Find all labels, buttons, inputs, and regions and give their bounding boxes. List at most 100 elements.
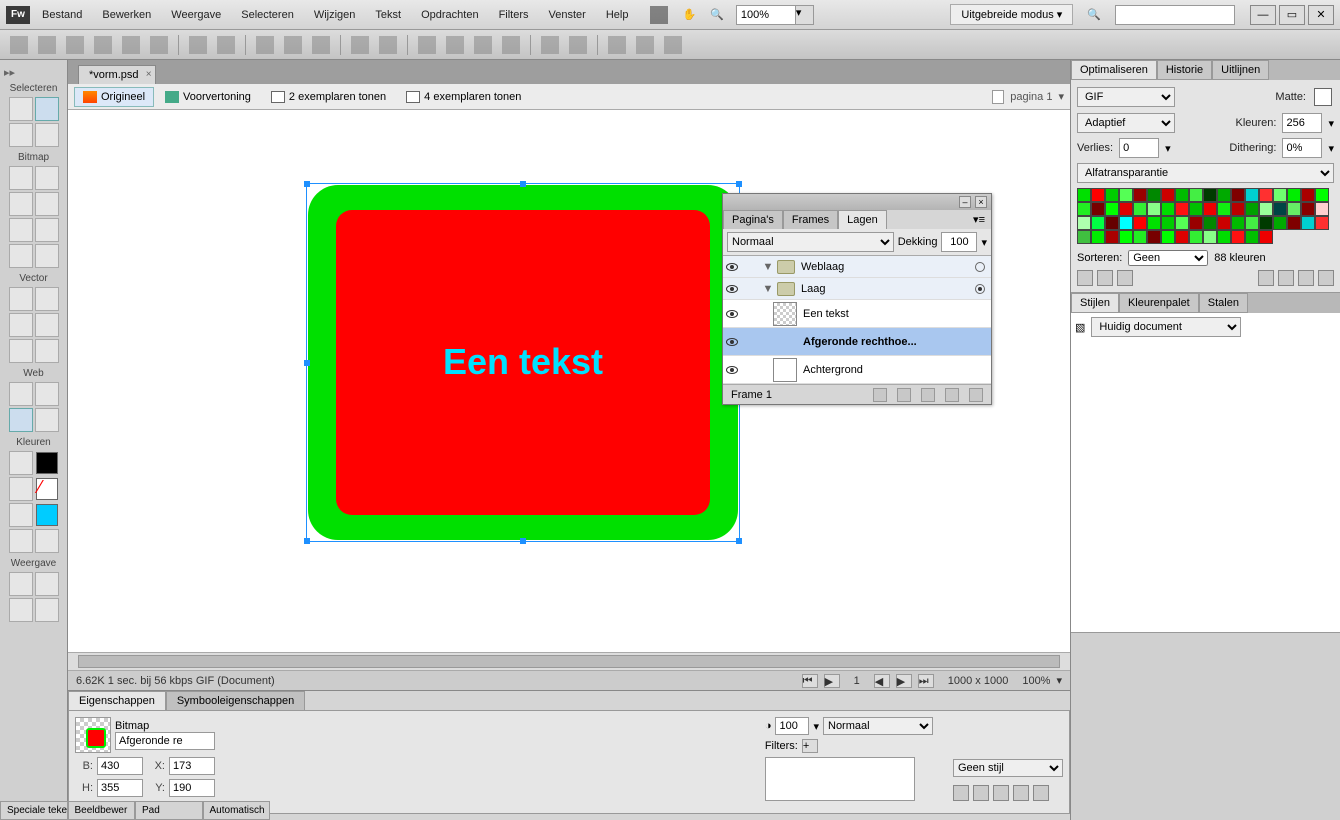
forward-icon[interactable] <box>446 36 464 54</box>
zoom-tool-icon[interactable]: 🔍 <box>710 8 724 21</box>
palette-swatch[interactable] <box>1259 188 1273 202</box>
layer-blend-select[interactable]: Normaal <box>727 232 894 252</box>
wand-tool[interactable] <box>9 192 33 216</box>
palette-swatch[interactable] <box>1203 188 1217 202</box>
style-btn-2[interactable] <box>973 785 989 801</box>
marquee-tool[interactable] <box>9 166 33 190</box>
screen-mode-2[interactable] <box>35 572 59 596</box>
styles-tab[interactable]: Stijlen <box>1071 293 1119 313</box>
bridge-icon[interactable] <box>650 6 668 24</box>
layer-opacity-input[interactable] <box>941 232 977 252</box>
menu-filters[interactable]: Filters <box>491 5 537 25</box>
palette-swatch[interactable] <box>1091 202 1105 216</box>
subselect-tool[interactable] <box>35 97 59 121</box>
palette-swatch[interactable] <box>1301 216 1315 230</box>
stroke-swatch[interactable] <box>36 452 58 474</box>
swap-color[interactable] <box>9 503 33 527</box>
colors-input[interactable] <box>1282 113 1322 133</box>
menu-selecteren[interactable]: Selecteren <box>233 5 302 25</box>
zoom-tool[interactable] <box>35 598 59 622</box>
stalen-tab[interactable]: Stalen <box>1199 293 1248 313</box>
palette-swatch[interactable] <box>1161 188 1175 202</box>
last-frame-icon[interactable]: ⏭ <box>918 674 934 688</box>
default-swatch[interactable] <box>36 504 58 526</box>
visibility-icon[interactable] <box>723 338 741 346</box>
flip-v-icon[interactable] <box>664 36 682 54</box>
palette-swatch[interactable] <box>1161 202 1175 216</box>
palette-swatch[interactable] <box>1217 188 1231 202</box>
symbol-properties-tab[interactable]: Symbooleigenschappen <box>166 691 305 710</box>
palette-swatch[interactable] <box>1287 202 1301 216</box>
new-layer-icon[interactable] <box>921 388 935 402</box>
freeform-tool[interactable] <box>9 339 33 363</box>
palette-swatch[interactable] <box>1189 188 1203 202</box>
new-sublayer-icon[interactable] <box>873 388 887 402</box>
palette-swatch[interactable] <box>1119 202 1133 216</box>
layer-name[interactable]: Achtergrond <box>801 364 991 376</box>
palette-swatch[interactable] <box>1077 202 1091 216</box>
rounded-rect-shape[interactable]: Een tekst <box>308 185 738 540</box>
redo-icon[interactable] <box>217 36 235 54</box>
palette-swatch[interactable] <box>1231 202 1245 216</box>
palette-swatch[interactable] <box>1105 216 1119 230</box>
palette-swatch[interactable] <box>1273 216 1287 230</box>
visibility-icon[interactable] <box>723 263 741 271</box>
palette-swatch[interactable] <box>1273 202 1287 216</box>
palette-swatch[interactable] <box>1245 188 1259 202</box>
y-input[interactable] <box>169 779 215 797</box>
palette-swatch[interactable] <box>1287 188 1301 202</box>
palette-swatch[interactable] <box>1119 216 1133 230</box>
view-4up[interactable]: 4 exemplaren tonen <box>397 87 530 107</box>
matte-swatch[interactable] <box>1314 88 1332 106</box>
cut-icon[interactable] <box>256 36 274 54</box>
frame-label[interactable]: Frame 1 <box>731 389 772 401</box>
layer-row[interactable]: ▼Weblaag <box>723 256 991 278</box>
rect-tool[interactable] <box>9 313 33 337</box>
expand-icon[interactable]: ▼ <box>759 283 777 295</box>
minimize-button[interactable]: — <box>1250 5 1276 25</box>
history-tab[interactable]: Historie <box>1157 60 1212 80</box>
handle-ne[interactable] <box>736 181 742 187</box>
palette-swatch[interactable] <box>1287 216 1301 230</box>
stamp-tool[interactable] <box>35 244 59 268</box>
close-button[interactable]: ✕ <box>1308 5 1334 25</box>
visibility-icon[interactable] <box>723 310 741 318</box>
view-original[interactable]: Origineel <box>74 87 154 107</box>
knife-tool[interactable] <box>35 339 59 363</box>
palette-swatch[interactable] <box>1105 202 1119 216</box>
handle-nw[interactable] <box>304 181 310 187</box>
hotspot-tool[interactable] <box>9 382 33 406</box>
layer-name[interactable]: Weblaag <box>799 261 975 273</box>
filters-list[interactable] <box>765 757 915 801</box>
palette-swatch[interactable] <box>1203 230 1217 244</box>
first-frame-icon[interactable]: ⏮ <box>802 674 818 688</box>
palette-swatch[interactable] <box>1147 216 1161 230</box>
opt-btn-6[interactable] <box>1298 270 1314 286</box>
scale-tool[interactable] <box>9 123 33 147</box>
panel-minimize-icon[interactable]: – <box>959 196 971 208</box>
palette-swatch[interactable] <box>1315 202 1329 216</box>
palette-swatch[interactable] <box>1245 230 1259 244</box>
fill-swatch[interactable]: ⁄ <box>36 478 58 500</box>
palette-swatch[interactable] <box>1147 188 1161 202</box>
back-icon[interactable] <box>502 36 520 54</box>
layer-row[interactable]: Een tekst <box>723 300 991 328</box>
sort-select[interactable]: Geen <box>1128 250 1208 266</box>
line-tool[interactable] <box>9 287 33 311</box>
blur-tool[interactable] <box>9 244 33 268</box>
palette-swatch[interactable] <box>1175 230 1189 244</box>
nocolor-tool[interactable] <box>9 529 33 553</box>
palette-swatch[interactable] <box>1301 202 1315 216</box>
palette-swatch[interactable] <box>1245 216 1259 230</box>
next-frame-icon[interactable]: ▶ <box>896 674 912 688</box>
handle-sw[interactable] <box>304 538 310 544</box>
palette-swatch[interactable] <box>1203 202 1217 216</box>
palette-swatch[interactable] <box>1217 216 1231 230</box>
palette-swatch[interactable] <box>1189 230 1203 244</box>
screen-mode[interactable] <box>9 572 33 596</box>
palette-swatch[interactable] <box>1077 188 1091 202</box>
palette-swatch[interactable] <box>1315 188 1329 202</box>
h-scrollbar[interactable] <box>68 652 1070 670</box>
palette-swatch[interactable] <box>1189 202 1203 216</box>
canvas-dim[interactable]: 1000 x 1000 <box>948 675 1009 687</box>
